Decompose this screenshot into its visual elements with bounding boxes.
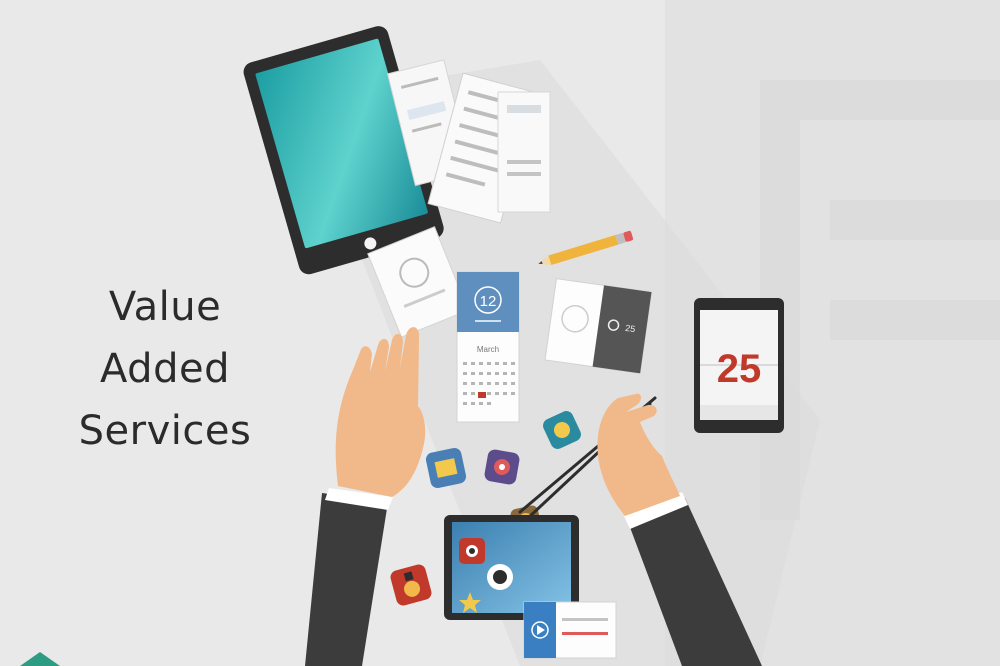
headline: Value Added Services [40, 276, 290, 462]
app-icon-yellow [425, 447, 467, 489]
flip-calendar-day: 25 [717, 347, 762, 391]
headline-line2: Services [78, 408, 252, 454]
calendar-day: 12 [480, 293, 497, 310]
flip-calendar: 25 [694, 298, 784, 433]
headline-line1: Value Added [100, 284, 230, 392]
video-card [523, 601, 617, 659]
small-calendar: 12 March [456, 271, 520, 423]
weather-temp: 25 [625, 323, 636, 334]
app-icon-purple [484, 449, 520, 485]
weather-card: 25 [544, 278, 653, 374]
calendar-month: March [477, 345, 499, 354]
